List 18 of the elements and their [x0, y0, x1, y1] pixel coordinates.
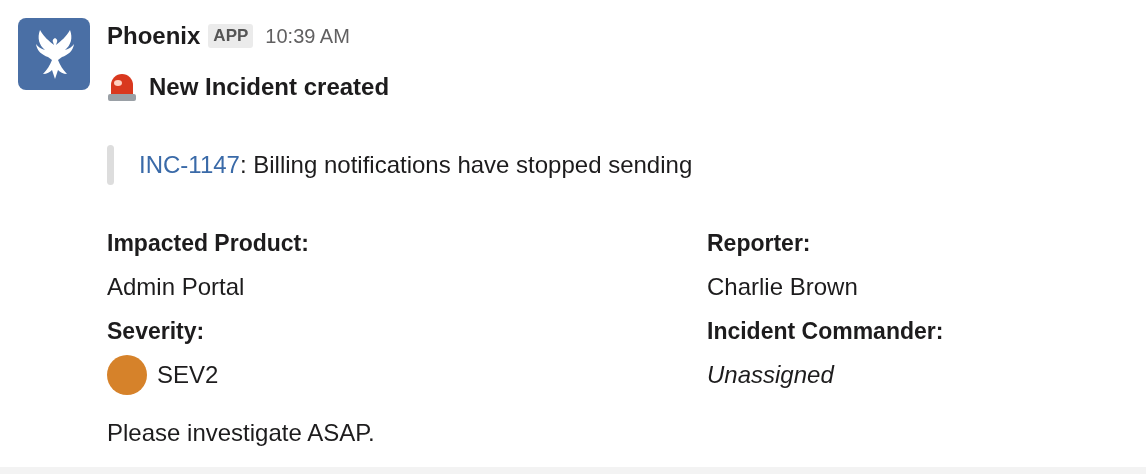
siren-icon	[107, 71, 137, 103]
field-label: Severity:	[107, 317, 206, 346]
message-title: New Incident created	[149, 73, 390, 101]
app-badge: APP	[208, 24, 254, 48]
message-text: Please investigate ASAP.	[107, 419, 376, 447]
field-value: SEV2	[157, 360, 219, 390]
field-label: Reporter:	[707, 229, 812, 258]
bird-avatar-icon[interactable]	[18, 18, 90, 90]
incident-link[interactable]: INC-1147	[139, 151, 240, 178]
sender-name[interactable]: Phoenix	[107, 22, 201, 50]
field-value: Admin Portal	[107, 272, 246, 302]
quote-bar	[107, 145, 114, 185]
field-value: Unassigned	[707, 360, 836, 390]
field-label: Impacted Product:	[107, 229, 310, 258]
field-value: Charlie Brown	[707, 272, 859, 302]
field-label: Incident Commander:	[707, 317, 945, 346]
incident-summary: INC-1147: Billing notifications have stopped sending	[139, 151, 693, 179]
timestamp[interactable]: 10:39 AM	[265, 24, 350, 48]
